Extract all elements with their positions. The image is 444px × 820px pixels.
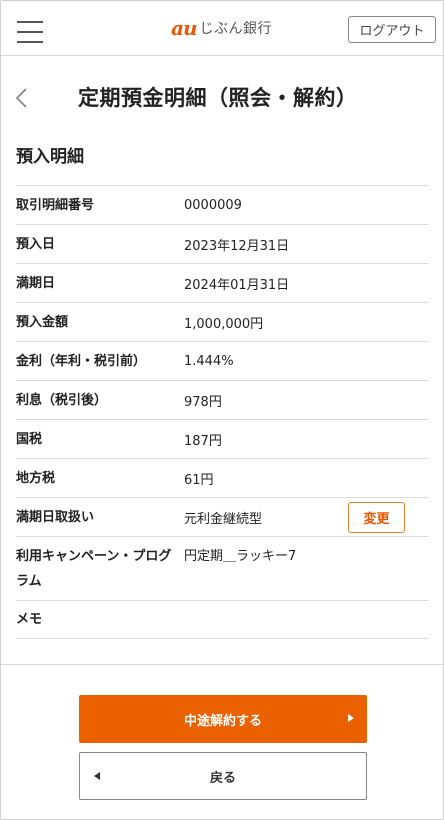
section-title: 預入明細 [16,147,84,167]
detail-value: 2024年01月31日 [184,277,290,293]
logout-button[interactable]: ログアウト [348,16,436,43]
detail-row-deposit-date: 預入日 2023年12月31日 [16,224,429,263]
detail-value: 1,000,000円 [184,316,264,332]
detail-label: 地方税 [16,470,56,486]
detail-value: 元利金継続型 [184,511,263,527]
back-button[interactable]: 戻る [79,752,367,800]
bank-logo[interactable]: au じぶん銀行 [171,16,272,40]
detail-row-national-tax: 国税 187円 [16,419,429,458]
app-header: au じぶん銀行 ログアウト [1,1,443,56]
hamburger-menu-icon[interactable] [17,21,43,43]
detail-label: 満期日取扱い [16,509,95,525]
deposit-detail-table: 取引明細番号 0000009 預入日 2023年12月31日 満期日 2024年… [16,185,429,639]
detail-row-deposit-amount: 預入金額 1,000,000円 [16,302,429,341]
detail-row-campaign: 利用キャンペーン・プログラム 円定期＿ラッキー7 [16,536,429,600]
detail-value: 0000009 [184,197,242,213]
detail-label: 国税 [16,431,43,447]
detail-row-maturity-handling: 満期日取扱い 元利金継続型 変更 [16,497,429,536]
detail-label: 金利（年利・税引前） [16,353,147,369]
cancel-deposit-label: 中途解約する [183,713,262,729]
au-logo-mark: au [171,16,197,40]
detail-label: 預入金額 [16,314,69,330]
detail-value: 187円 [184,433,222,449]
detail-row-local-tax: 地方税 61円 [16,458,429,497]
page-title: 定期預金明細（照会・解約） [78,86,358,110]
bank-name: じぶん銀行 [199,21,272,37]
detail-label: 取引明細番号 [16,197,95,213]
detail-value: 1.444% [184,353,234,369]
detail-row-interest: 利息（税引後） 978円 [16,380,429,419]
detail-label: 利用キャンペーン・プログラム [16,549,172,589]
detail-label: 満期日 [16,275,56,291]
cancel-deposit-button[interactable]: 中途解約する [79,695,367,743]
back-label: 戻る [209,770,236,786]
detail-label: 預入日 [16,236,56,252]
detail-value: 978円 [184,394,222,410]
detail-label: メモ [16,612,43,627]
action-footer: 中途解約する 戻る [1,664,443,819]
change-button[interactable]: 変更 [348,502,405,533]
arrow-left-icon [94,772,100,780]
detail-row-maturity-date: 満期日 2024年01月31日 [16,263,429,302]
back-chevron-icon[interactable] [13,87,31,109]
arrow-right-icon [348,714,354,722]
detail-value: 2023年12月31日 [184,238,290,254]
detail-row-interest-rate: 金利（年利・税引前） 1.444% [16,341,429,380]
detail-row-memo: メモ [16,600,429,639]
detail-value: 円定期＿ラッキー7 [184,549,297,564]
detail-value: 61円 [184,472,214,488]
detail-label: 利息（税引後） [16,392,108,408]
detail-row-transaction-number: 取引明細番号 0000009 [16,185,429,224]
